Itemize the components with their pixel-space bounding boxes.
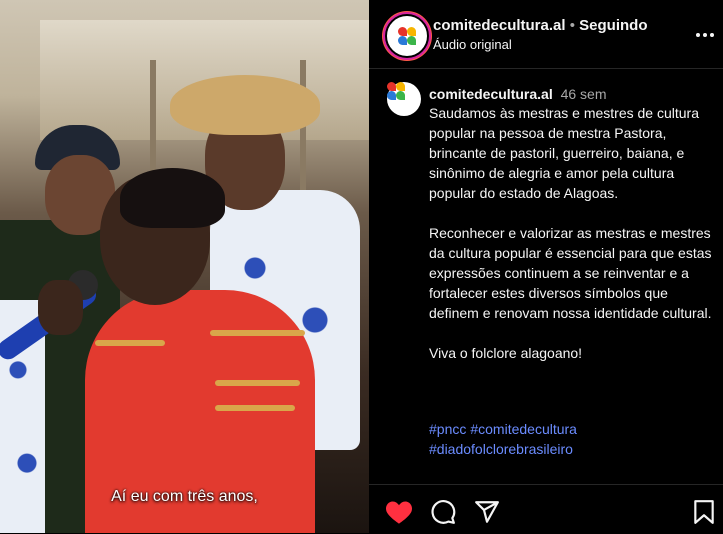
bookmark-icon[interactable] bbox=[693, 499, 719, 525]
hashtag-link[interactable]: #diadofolclorebrasileiro bbox=[429, 441, 573, 457]
comment-time: 46 sem bbox=[560, 86, 607, 102]
hashtag-link[interactable]: #comitedecultura bbox=[470, 421, 577, 437]
post-panel: comitedecultura.al • Seguindo Áudio orig… bbox=[369, 0, 723, 533]
original-audio-link[interactable]: Áudio original bbox=[433, 37, 512, 52]
comment-icon[interactable] bbox=[430, 499, 456, 525]
dress-ruffle bbox=[210, 330, 305, 336]
send-icon[interactable] bbox=[474, 499, 500, 525]
post-caption: Saudamos às mestras e mestres de cultura… bbox=[429, 105, 712, 361]
hashtags: #pncc #comitedecultura #diadofolclorebras… bbox=[429, 419, 714, 459]
comment-header: comitedecultura.al 46 sem bbox=[429, 86, 607, 102]
following-button[interactable]: Seguindo bbox=[579, 17, 647, 34]
dress-ruffle bbox=[215, 405, 295, 411]
hashtag-link[interactable]: #pncc bbox=[429, 421, 466, 437]
heart-filled-icon[interactable] bbox=[385, 499, 413, 525]
more-horizontal-icon[interactable] bbox=[695, 22, 715, 43]
dress-ruffle bbox=[95, 340, 165, 346]
comment-username[interactable]: comitedecultura.al bbox=[429, 86, 553, 102]
header-separator: • bbox=[569, 17, 575, 34]
video-subtitle: Aí eu com três anos, bbox=[111, 488, 258, 505]
post-header: comitedecultura.al • Seguindo Áudio orig… bbox=[369, 0, 723, 69]
comment-avatar[interactable] bbox=[387, 82, 421, 116]
straw-hat bbox=[170, 75, 320, 135]
woman-hair bbox=[120, 168, 225, 228]
video-player[interactable]: Aí eu com três anos, bbox=[0, 0, 369, 533]
profile-avatar[interactable] bbox=[385, 14, 429, 58]
logo-icon bbox=[398, 27, 416, 45]
hand bbox=[38, 280, 83, 335]
tent-pole bbox=[300, 60, 306, 200]
action-bar bbox=[369, 484, 723, 534]
header-username[interactable]: comitedecultura.al bbox=[433, 17, 566, 34]
header-username-line: comitedecultura.al • Seguindo bbox=[433, 17, 647, 34]
dress-ruffle bbox=[215, 380, 300, 386]
